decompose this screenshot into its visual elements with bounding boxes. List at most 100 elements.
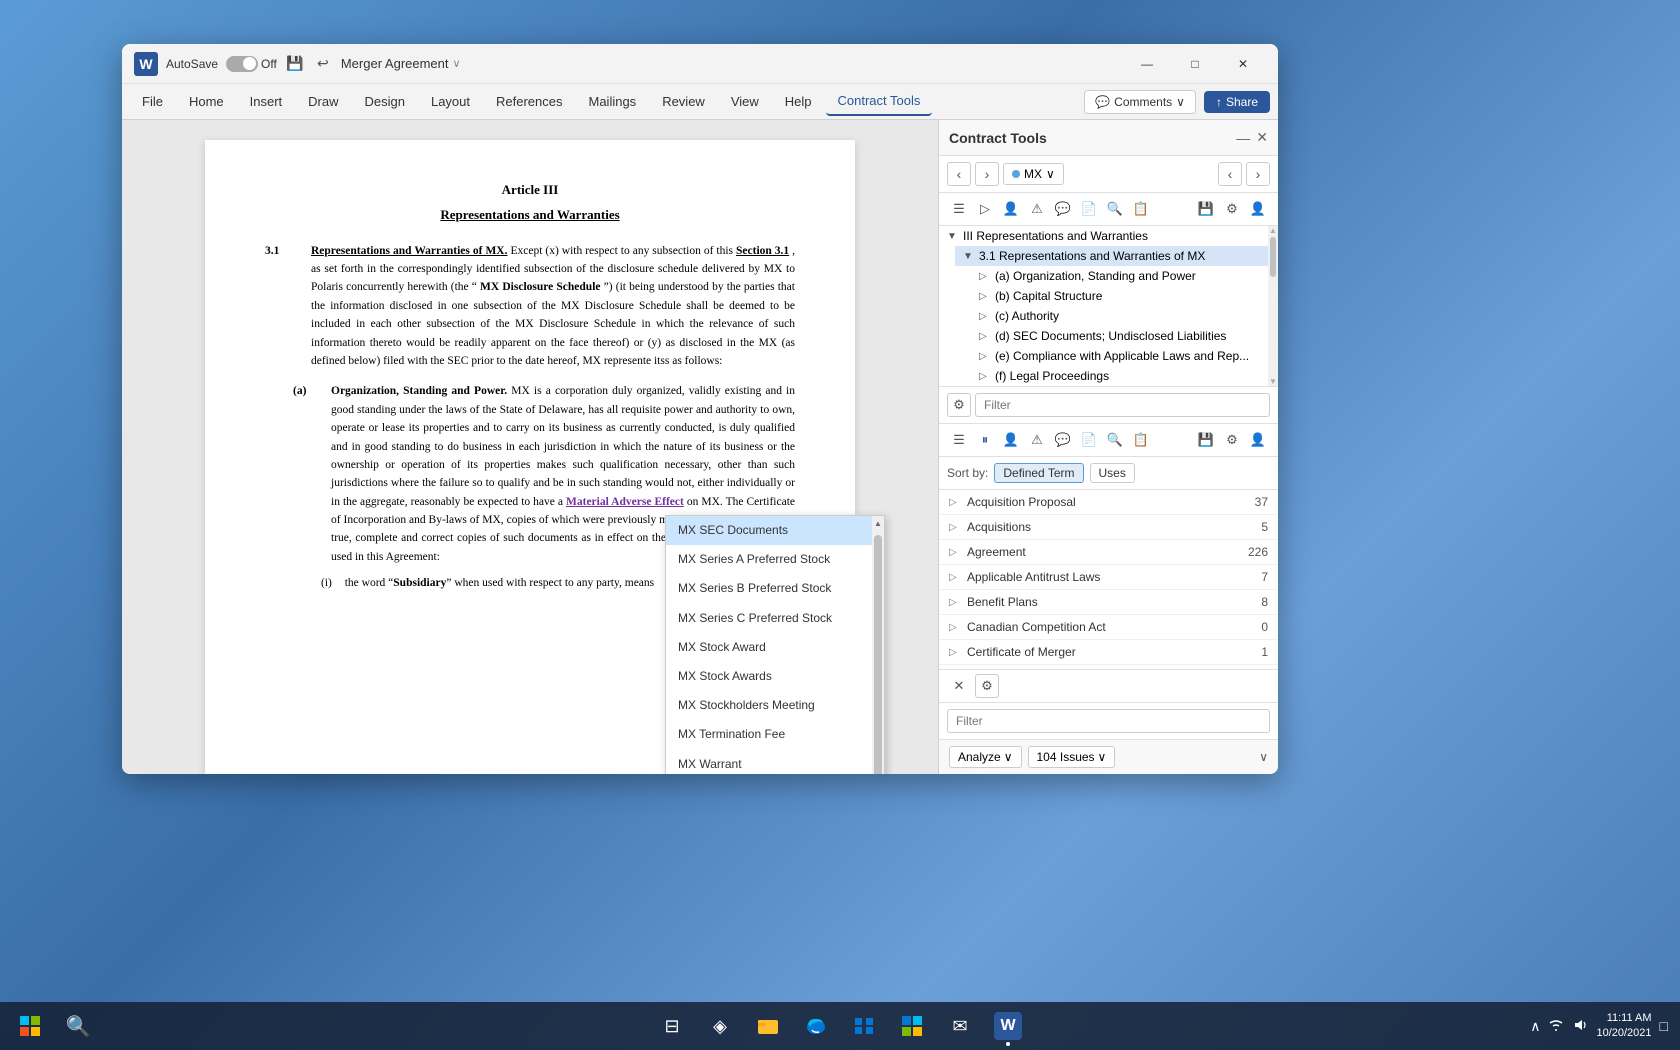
minimize-button[interactable]: — — [1124, 49, 1170, 79]
expand-button[interactable]: ∨ — [1259, 750, 1268, 764]
start-button[interactable] — [8, 1004, 52, 1048]
tree-scrollbar[interactable]: ▲ ▼ — [1268, 226, 1278, 386]
term-canadian-competition[interactable]: ▷ Canadian Competition Act 0 — [939, 615, 1278, 640]
save-toolbar-icon[interactable]: 💾 — [285, 54, 305, 74]
tree-item-c[interactable]: ▷ (c) Authority — [971, 306, 1278, 326]
panel-icon-search-2[interactable]: 🔍 — [1103, 428, 1127, 452]
tab-contract-tools[interactable]: Contract Tools — [826, 87, 933, 116]
mx-badge[interactable]: MX ∨ — [1003, 163, 1064, 185]
panel-icon-alert[interactable]: ⚠ — [1025, 197, 1049, 221]
maximize-button[interactable]: □ — [1172, 49, 1218, 79]
panel-icon-play[interactable]: ▷ — [973, 197, 997, 221]
search-taskbar-button[interactable]: 🔍 — [56, 1004, 100, 1048]
system-clock[interactable]: 11:11 AM 10/20/2021 — [1596, 1011, 1651, 1042]
panel-icon-pause[interactable]: ⏸ — [973, 428, 997, 452]
filter-input-1[interactable] — [975, 393, 1270, 417]
tab-insert[interactable]: Insert — [238, 88, 295, 115]
tree-root-item[interactable]: ▼ III Representations and Warranties — [939, 226, 1278, 246]
tray-network-icon[interactable] — [1548, 1017, 1564, 1036]
nav-prev-button[interactable]: ‹ — [947, 162, 971, 186]
tab-review[interactable]: Review — [650, 88, 717, 115]
tree-scroll-down[interactable]: ▼ — [1269, 377, 1277, 386]
tray-chevron-icon[interactable]: ∧ — [1530, 1018, 1540, 1035]
dropdown-item-4[interactable]: MX Stock Award — [666, 633, 884, 662]
tab-view[interactable]: View — [719, 88, 771, 115]
dropdown-item-2[interactable]: MX Series B Preferred Stock — [666, 574, 884, 603]
dropdown-item-6[interactable]: MX Stockholders Meeting — [666, 691, 884, 720]
tree-item-f[interactable]: ▷ (f) Legal Proceedings — [971, 366, 1278, 386]
dropdown-item-1[interactable]: MX Series A Preferred Stock — [666, 545, 884, 574]
panel-icon-user[interactable]: 👤 — [1246, 197, 1270, 221]
panel-close-button[interactable]: ✕ — [1256, 129, 1268, 146]
tab-home[interactable]: Home — [177, 88, 236, 115]
tree-scroll-up[interactable]: ▲ — [1269, 226, 1277, 235]
dropdown-item-8[interactable]: MX Warrant — [666, 750, 884, 775]
autocomplete-dropdown[interactable]: MX SEC Documents MX Series A Preferred S… — [665, 515, 885, 774]
material-adverse-link[interactable]: Material Adverse Effect — [566, 496, 684, 508]
taskbar-teams[interactable]: ◈ — [698, 1004, 742, 1048]
panel-icon-user-2[interactable]: 👤 — [1246, 428, 1270, 452]
panel-icon-doc[interactable]: 📄 — [1077, 197, 1101, 221]
tab-file[interactable]: File — [130, 88, 175, 115]
term-acquisitions[interactable]: ▷ Acquisitions 5 — [939, 515, 1278, 540]
comments-button[interactable]: 💬 Comments ∨ — [1084, 90, 1196, 114]
tree-item-b[interactable]: ▷ (b) Capital Structure — [971, 286, 1278, 306]
panel-icon-search[interactable]: 🔍 — [1103, 197, 1127, 221]
tab-help[interactable]: Help — [773, 88, 824, 115]
panel-nav-left[interactable]: ‹ — [1218, 162, 1242, 186]
filter-input-2[interactable] — [947, 709, 1270, 733]
taskbar-edge[interactable] — [794, 1004, 838, 1048]
panel-icon-list[interactable]: ☰ — [947, 197, 971, 221]
taskbar-file-explorer[interactable] — [746, 1004, 790, 1048]
panel-icon-comment-2[interactable]: 💬 — [1051, 428, 1075, 452]
close-button[interactable]: ✕ — [1220, 49, 1266, 79]
term-acquisition-proposal[interactable]: ▷ Acquisition Proposal 37 — [939, 490, 1278, 515]
tab-references[interactable]: References — [484, 88, 574, 115]
dropdown-item-3[interactable]: MX Series C Preferred Stock — [666, 604, 884, 633]
tab-design[interactable]: Design — [353, 88, 417, 115]
panel-icon-person-2[interactable]: 👤 — [999, 428, 1023, 452]
tab-layout[interactable]: Layout — [419, 88, 482, 115]
document-area[interactable]: Article III Representations and Warranti… — [122, 120, 938, 774]
panel-icon-alert-2[interactable]: ⚠ — [1025, 428, 1049, 452]
panel-icon-comment[interactable]: 💬 — [1051, 197, 1075, 221]
dropdown-item-0[interactable]: MX SEC Documents — [666, 516, 884, 545]
panel-nav-right[interactable]: › — [1246, 162, 1270, 186]
undo-toolbar-icon[interactable]: ↩ — [313, 54, 333, 74]
filter-gear-button[interactable]: ⚙ — [947, 393, 971, 417]
panel-icon-save-2[interactable]: 💾 — [1194, 428, 1218, 452]
taskbar-mail[interactable]: ✉ — [938, 1004, 982, 1048]
bottom-close-icon[interactable]: ✕ — [947, 674, 971, 698]
panel-icon-clipboard[interactable]: 📋 — [1129, 197, 1153, 221]
tree-item-a[interactable]: ▷ (a) Organization, Standing and Power — [971, 266, 1278, 286]
panel-icon-doc-2[interactable]: 📄 — [1077, 428, 1101, 452]
tree-item-e[interactable]: ▷ (e) Compliance with Applicable Laws an… — [971, 346, 1278, 366]
term-agreement[interactable]: ▷ Agreement 226 — [939, 540, 1278, 565]
taskbar-widget[interactable]: ⊟ — [650, 1004, 694, 1048]
tab-mailings[interactable]: Mailings — [577, 88, 649, 115]
panel-icon-list-2[interactable]: ☰ — [947, 428, 971, 452]
sort-uses-button[interactable]: Uses — [1090, 463, 1135, 483]
taskbar-word[interactable]: W — [986, 1004, 1030, 1048]
tab-draw[interactable]: Draw — [296, 88, 350, 115]
issues-button[interactable]: 104 Issues ∨ — [1028, 746, 1116, 768]
nav-next-button[interactable]: › — [975, 162, 999, 186]
dropdown-scrollbar[interactable]: ▲ ▼ — [872, 516, 884, 774]
bottom-gear-button[interactable]: ⚙ — [975, 674, 999, 698]
panel-icon-person[interactable]: 👤 — [999, 197, 1023, 221]
tree-item-3-1[interactable]: ▼ 3.1 Representations and Warranties of … — [955, 246, 1278, 266]
panel-icon-clipboard-2[interactable]: 📋 — [1129, 428, 1153, 452]
tree-item-d[interactable]: ▷ (d) SEC Documents; Undisclosed Liabili… — [971, 326, 1278, 346]
scroll-up-arrow[interactable]: ▲ — [872, 516, 884, 533]
tray-volume-icon[interactable] — [1572, 1017, 1588, 1036]
panel-minimize-button[interactable]: — — [1236, 130, 1250, 146]
taskbar-store[interactable] — [890, 1004, 934, 1048]
panel-icon-gear[interactable]: ⚙ — [1220, 197, 1244, 221]
share-button[interactable]: ↑ Share — [1204, 91, 1270, 113]
term-certificate-merger[interactable]: ▷ Certificate of Merger 1 — [939, 640, 1278, 665]
autosave-toggle[interactable]: Off — [226, 56, 277, 72]
term-benefit-plans[interactable]: ▷ Benefit Plans 8 — [939, 590, 1278, 615]
dropdown-item-7[interactable]: MX Termination Fee — [666, 720, 884, 749]
analyze-button[interactable]: Analyze ∨ — [949, 746, 1022, 768]
panel-icon-save[interactable]: 💾 — [1194, 197, 1218, 221]
